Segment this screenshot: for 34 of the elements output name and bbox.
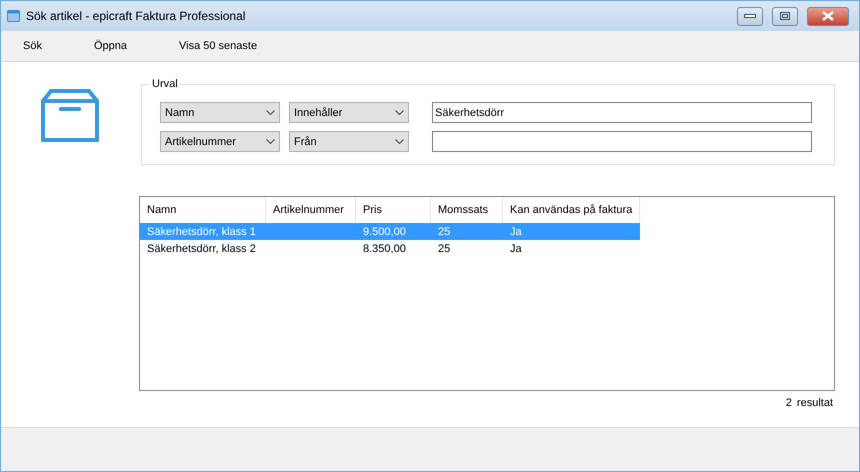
field-dropdown[interactable]: Namn bbox=[160, 102, 280, 123]
window-icon bbox=[7, 10, 20, 22]
minimize-button[interactable] bbox=[737, 6, 763, 26]
window-title: Sök artikel - epicraft Faktura Professional bbox=[26, 9, 246, 23]
table-cell-text: 9.500,00 bbox=[362, 224, 407, 240]
minimize-icon bbox=[744, 14, 756, 18]
field-dropdown[interactable]: Artikelnummer bbox=[160, 131, 280, 152]
chevron-icon bbox=[395, 110, 404, 115]
input-field[interactable]: Säkerhetsdörr bbox=[432, 102, 812, 123]
chevron-icon bbox=[266, 110, 275, 115]
chevron-icon bbox=[266, 139, 275, 144]
table-cell-text: Säkerhetsdörr, klass 1 bbox=[146, 224, 257, 240]
input-field[interactable] bbox=[432, 131, 812, 152]
maximize-button[interactable] bbox=[772, 6, 798, 26]
maximize-icon bbox=[780, 12, 790, 20]
table-cell-text: 25 bbox=[437, 224, 452, 240]
table-cell-text: Säkerhetsdörr, klass 2 bbox=[146, 242, 257, 256]
close-button[interactable] bbox=[807, 6, 849, 26]
menu-item[interactable]: Öppna bbox=[86, 40, 135, 52]
list-row[interactable]: Säkerhetsdörr, klass 2 8.350,00 25 Ja bbox=[140, 240, 640, 257]
table-cell-text: 8.350,00 bbox=[362, 242, 407, 256]
chevron-icon bbox=[395, 139, 404, 144]
group-title: Urval bbox=[151, 78, 179, 90]
operator-dropdown[interactable]: Innehåller bbox=[289, 102, 409, 123]
menu-item[interactable]: Sök bbox=[15, 40, 50, 52]
table-cell-text: Ja bbox=[509, 242, 523, 256]
table-cell-text: 25 bbox=[437, 242, 452, 256]
result-count: 2 bbox=[786, 397, 792, 409]
table-cell-text: Ja bbox=[509, 224, 523, 240]
close-icon bbox=[821, 11, 835, 21]
result-label: resultat bbox=[796, 397, 833, 409]
menu-item[interactable]: Visa 50 senaste bbox=[171, 40, 266, 52]
operator-dropdown[interactable]: Från bbox=[289, 131, 409, 152]
box-icon bbox=[41, 89, 99, 142]
